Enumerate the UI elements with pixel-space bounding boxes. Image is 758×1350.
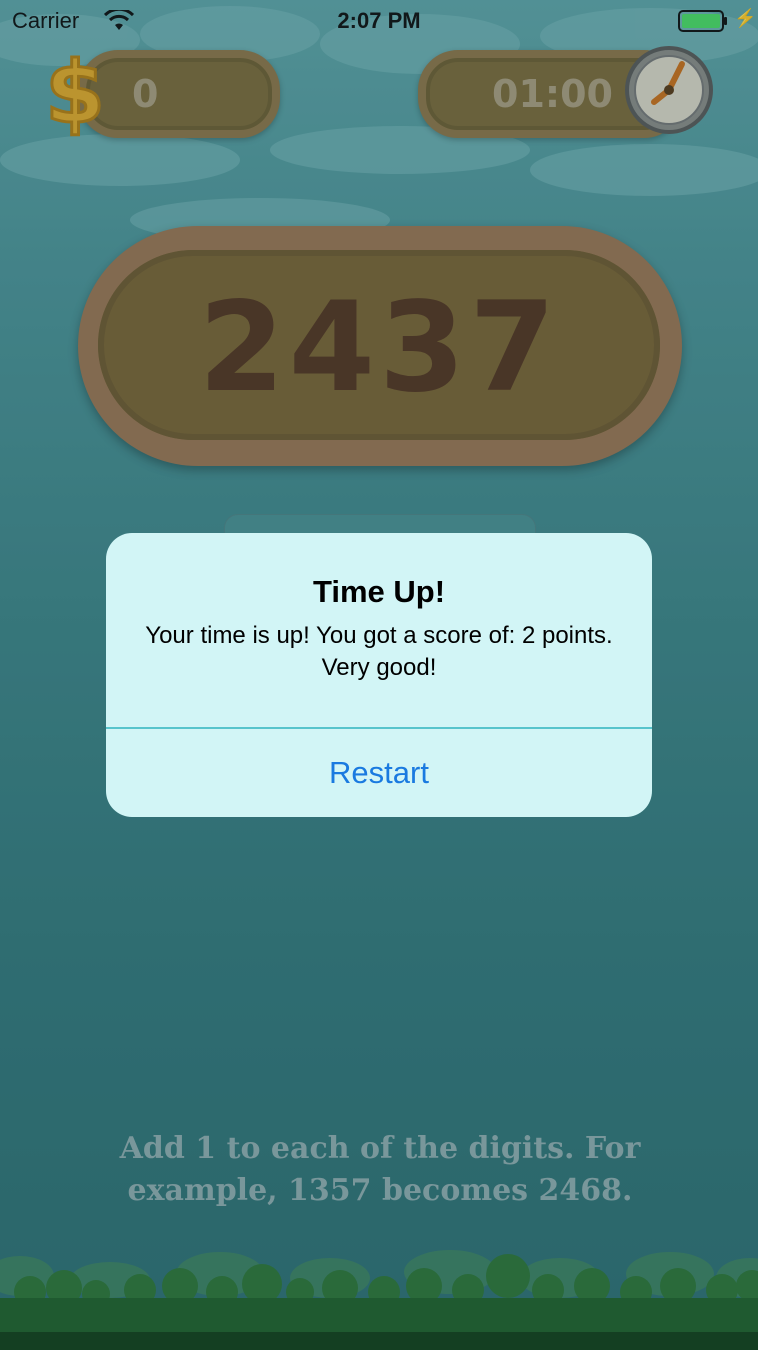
dollar-icon: $ [44,44,107,140]
status-time: 2:07 PM [337,8,421,33]
timer-value: 01:00 [492,72,613,116]
battery-icon [678,10,727,32]
svg-text:$: $ [45,44,105,140]
instructions-text: Add 1 to each of the digits. For example… [119,1131,641,1208]
coins-value: 0 [132,72,159,116]
trees-footer [0,1250,758,1350]
number-panel-inner: 2437 [98,250,660,440]
status-bar: Carrier 2:07 PM ⚡ [0,0,758,40]
restart-button[interactable]: Restart [106,729,652,817]
target-number: 2437 [198,276,560,420]
alert-message: Your time is up! You got a score of: 2 p… [145,622,613,681]
clock-icon [625,46,713,134]
alert-title: Time Up! [312,574,446,609]
charging-icon: ⚡ [734,8,757,28]
number-panel: 2437 [78,226,682,466]
